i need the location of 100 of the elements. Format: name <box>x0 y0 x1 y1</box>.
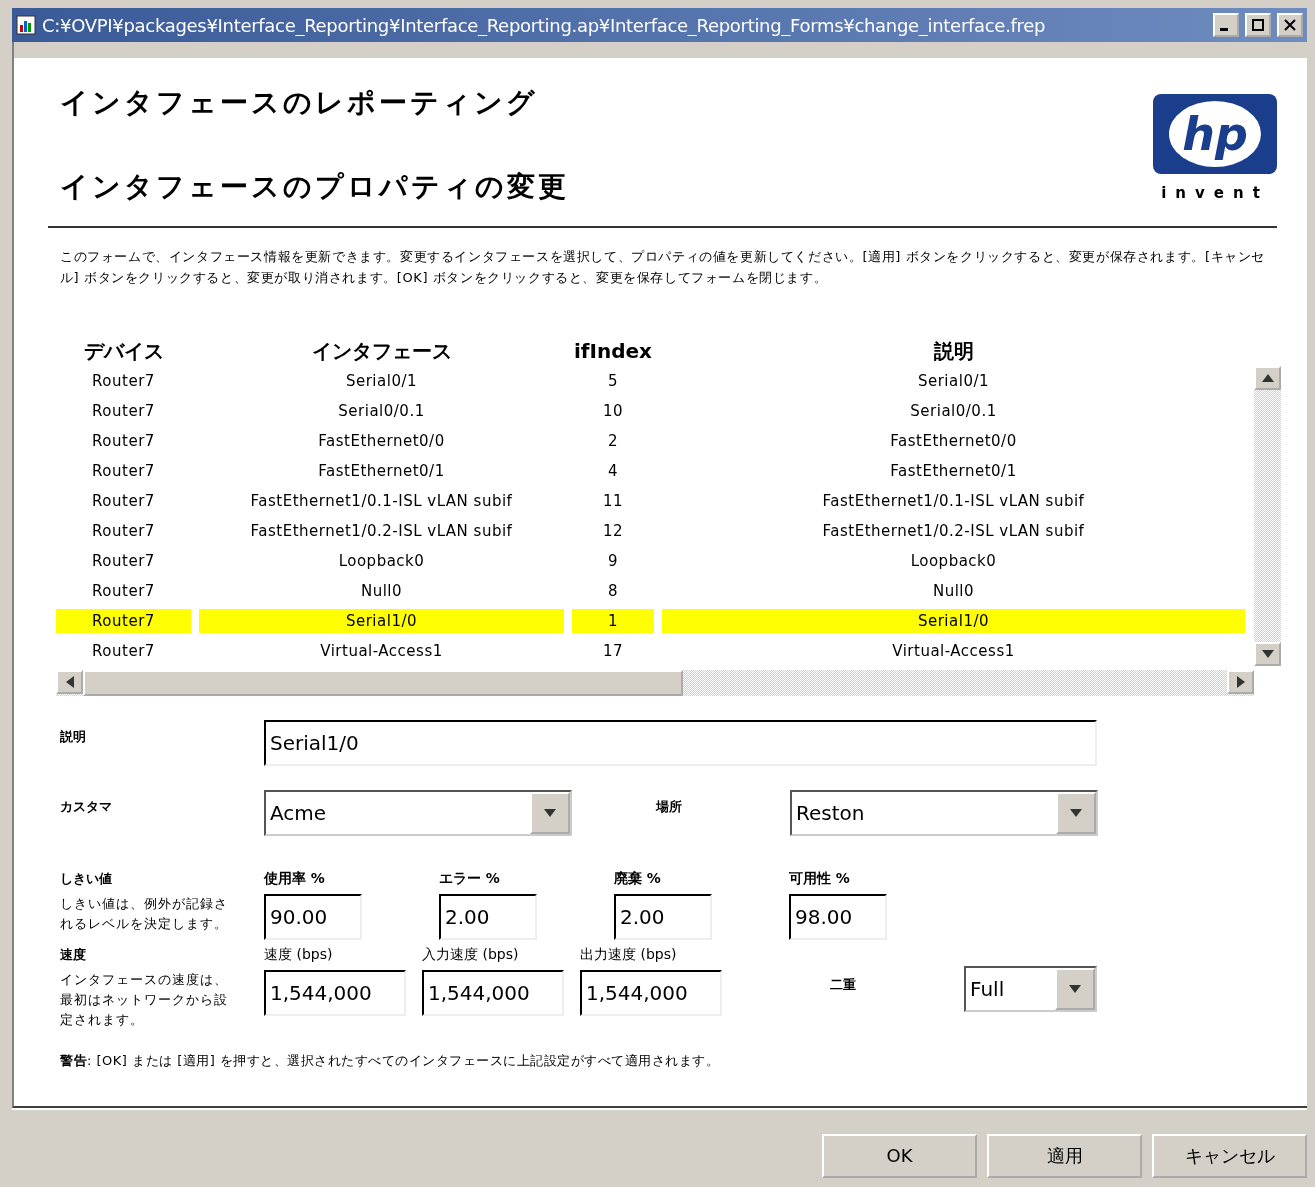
description-field[interactable]: Serial1/0 <box>264 720 1097 766</box>
table-cell[interactable]: FastEthernet1/0.2-ISL vLAN subif <box>199 519 564 543</box>
selected-value: Reston <box>796 801 865 825</box>
table-cell[interactable]: 1 <box>572 609 654 633</box>
threshold-field[interactable]: 90.00 <box>264 894 362 940</box>
field-label: 入力速度 (bps) <box>422 946 520 964</box>
dropdown-button[interactable] <box>1055 968 1095 1010</box>
table-cell[interactable]: Serial1/0 <box>662 609 1245 633</box>
table-cell[interactable]: FastEthernet0/0 <box>199 429 564 453</box>
minimize-icon <box>1220 28 1228 31</box>
caret-icon <box>1261 650 1274 658</box>
table-cell[interactable]: 17 <box>572 639 654 663</box>
customer-dropdown[interactable]: Acme <box>264 790 572 836</box>
table-cell[interactable]: Router7 <box>56 549 191 573</box>
table-cell[interactable]: 5 <box>572 369 654 393</box>
horizontal-scrollbar[interactable] <box>56 670 1254 696</box>
field-label: 出力速度 (bps) <box>580 946 678 964</box>
minimize-button[interactable] <box>1213 13 1239 37</box>
dropdown-button[interactable] <box>1056 792 1096 834</box>
table-cell[interactable]: 9 <box>572 549 654 573</box>
table-cell[interactable]: Serial0/0.1 <box>662 399 1245 423</box>
table-cell[interactable]: 12 <box>572 519 654 543</box>
speed-field[interactable]: 1,544,000 <box>422 970 564 1016</box>
table-cell[interactable]: Loopback0 <box>662 549 1245 573</box>
table-cell[interactable]: FastEthernet0/1 <box>199 459 564 483</box>
column-header: インタフェース <box>310 338 453 365</box>
table-cell[interactable]: Loopback0 <box>199 549 564 573</box>
field-label: 廃棄 % <box>614 870 662 888</box>
table-cell[interactable]: Virtual-Access1 <box>662 639 1245 663</box>
field-label: 二重 <box>830 976 857 994</box>
vertical-scrollbar[interactable] <box>1254 366 1281 666</box>
table-cell[interactable]: Router7 <box>56 369 191 393</box>
scroll-right-button[interactable] <box>1227 670 1254 694</box>
table-cell[interactable]: FastEthernet1/0.1-ISL vLAN subif <box>662 489 1245 513</box>
selected-value: Full <box>970 977 1005 1001</box>
table-cell[interactable]: Null0 <box>199 579 564 603</box>
warning-text: 警告: [OK] または [適用] を押すと、選択されたすべてのインタフェースに上記設定がすべて適用されます。 <box>60 1052 721 1070</box>
table-cell[interactable]: FastEthernet1/0.1-ISL vLAN subif <box>199 489 564 513</box>
field-label: 可用性 % <box>789 870 851 888</box>
table-cell[interactable]: 10 <box>572 399 654 423</box>
column-header: 説明 <box>932 338 975 365</box>
table-cell[interactable]: Serial0/1 <box>199 369 564 393</box>
field-label: 使用率 % <box>264 870 326 888</box>
field-label: 速度 <box>60 946 87 964</box>
table-cell[interactable]: FastEthernet0/0 <box>662 429 1245 453</box>
table-cell[interactable]: Serial0/0.1 <box>199 399 564 423</box>
speed-field[interactable]: 1,544,000 <box>264 970 406 1016</box>
table-cell[interactable]: Router7 <box>56 519 191 543</box>
table-cell[interactable]: Router7 <box>56 639 191 663</box>
field-label: 速度 (bps) <box>264 946 334 964</box>
right-arrow-icon <box>1236 676 1245 688</box>
field-label: 説明 <box>60 728 87 746</box>
threshold-field[interactable]: 2.00 <box>614 894 712 940</box>
table-cell[interactable]: Router7 <box>56 459 191 483</box>
threshold-field[interactable]: 2.00 <box>439 894 537 940</box>
threshold-field[interactable]: 98.00 <box>789 894 887 940</box>
table-cell[interactable]: 11 <box>572 489 654 513</box>
field-label: 場所 <box>656 798 683 816</box>
logo: hp <box>1153 94 1277 174</box>
page-subtitle: インタフェースのプロパティの変更 <box>60 169 569 205</box>
close-icon <box>1284 19 1296 31</box>
table-cell[interactable]: 8 <box>572 579 654 603</box>
duplex-dropdown[interactable]: Full <box>964 966 1097 1012</box>
dialog-button[interactable]: キャンセル <box>1152 1133 1307 1178</box>
caret-icon <box>1069 985 1081 993</box>
window-icon <box>16 15 36 35</box>
caret-icon <box>544 809 556 817</box>
table-cell[interactable]: FastEthernet1/0.2-ISL vLAN subif <box>662 519 1245 543</box>
up-arrow-icon <box>1261 374 1274 382</box>
field-label: カスタマ <box>60 798 113 816</box>
speed-field[interactable]: 1,544,000 <box>580 970 722 1016</box>
scroll-down-button[interactable] <box>1254 642 1281 666</box>
table-cell[interactable]: Router7 <box>56 579 191 603</box>
help-text: しきい値は、例外が記録されるレベルを決定します。 <box>60 895 229 933</box>
logo-tagline: invent <box>1161 184 1269 202</box>
column-header: デバイス <box>82 338 165 365</box>
table-cell[interactable]: Virtual-Access1 <box>199 639 564 663</box>
selected-value: Acme <box>270 801 327 825</box>
maximize-button[interactable] <box>1245 13 1271 37</box>
dialog-button[interactable]: OK <box>822 1133 977 1178</box>
table-cell[interactable]: 4 <box>572 459 654 483</box>
table-cell[interactable]: Router7 <box>56 489 191 513</box>
scroll-left-button[interactable] <box>56 670 83 694</box>
dialog-button[interactable]: 適用 <box>987 1133 1142 1178</box>
location-dropdown[interactable]: Reston <box>790 790 1098 836</box>
column-header: ifIndex <box>573 338 653 365</box>
table-cell[interactable]: FastEthernet0/1 <box>662 459 1245 483</box>
field-label: エラー % <box>439 870 501 888</box>
table-cell[interactable]: Router7 <box>56 399 191 423</box>
close-button[interactable] <box>1277 13 1303 37</box>
help-text: インタフェースの速度は、最初はネットワークから設定されます。 <box>60 971 229 1029</box>
dropdown-button[interactable] <box>530 792 570 834</box>
table-cell[interactable]: Router7 <box>56 609 191 633</box>
table-cell[interactable]: Serial1/0 <box>199 609 564 633</box>
table-cell[interactable]: Router7 <box>56 429 191 453</box>
table-cell[interactable]: Serial0/1 <box>662 369 1245 393</box>
scroll-up-button[interactable] <box>1254 366 1281 390</box>
field-label: しきい値 <box>60 870 113 888</box>
table-cell[interactable]: 2 <box>572 429 654 453</box>
table-cell[interactable]: Null0 <box>662 579 1245 603</box>
